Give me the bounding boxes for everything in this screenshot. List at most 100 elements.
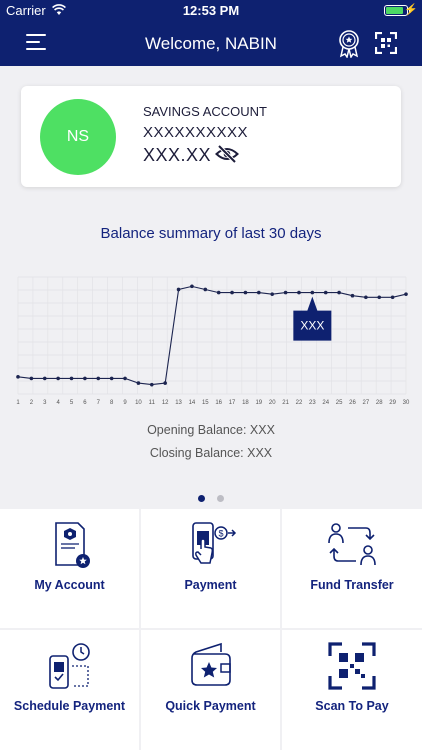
app-header: Welcome, NABIN xyxy=(0,22,422,66)
quick-actions-grid: My Account $ Payment Fund Transfer Sched… xyxy=(0,509,422,750)
data-point[interactable] xyxy=(257,290,261,295)
x-tick-label: 18 xyxy=(242,400,249,406)
data-point[interactable] xyxy=(190,284,194,289)
data-point[interactable] xyxy=(310,290,315,295)
tile-fund-transfer[interactable]: Fund Transfer xyxy=(282,509,422,628)
page-indicator[interactable] xyxy=(0,489,422,502)
x-tick-label: 15 xyxy=(202,400,209,406)
x-tick-label: 13 xyxy=(175,400,182,406)
data-point[interactable] xyxy=(270,292,275,296)
data-point[interactable] xyxy=(337,290,341,295)
data-point[interactable] xyxy=(109,376,114,381)
data-point[interactable] xyxy=(123,376,127,381)
tile-label: Scan To Pay xyxy=(315,699,389,713)
x-tick-label: 17 xyxy=(229,400,236,406)
award-icon[interactable] xyxy=(337,30,361,58)
tile-payment[interactable]: $ Payment xyxy=(141,509,280,628)
tile-label: Fund Transfer xyxy=(310,578,394,592)
data-point[interactable] xyxy=(283,290,288,295)
svg-text:$: $ xyxy=(218,529,223,539)
status-bar: Carrier 12:53 PM ⚡ xyxy=(0,0,422,22)
data-point[interactable] xyxy=(69,376,74,381)
x-tick-label: 4 xyxy=(56,400,60,406)
x-tick-label: 20 xyxy=(269,400,276,406)
x-tick-label: 14 xyxy=(189,400,196,406)
tile-label: Schedule Payment xyxy=(13,699,126,713)
data-point[interactable] xyxy=(404,292,408,296)
charging-icon: ⚡ xyxy=(404,4,418,16)
x-tick-label: 23 xyxy=(309,400,316,406)
page-dot-1[interactable] xyxy=(197,495,205,502)
page-dot-2[interactable] xyxy=(217,495,225,502)
data-point[interactable] xyxy=(83,376,87,381)
data-point[interactable] xyxy=(390,295,395,300)
x-tick-label: 28 xyxy=(376,400,383,406)
hide-balance-icon[interactable] xyxy=(215,144,239,164)
x-tick-label: 29 xyxy=(389,400,396,406)
x-tick-label: 21 xyxy=(282,400,289,406)
x-tick-label: 6 xyxy=(83,400,87,406)
account-type: SAVINGS ACCOUNT xyxy=(143,104,268,119)
data-point[interactable] xyxy=(243,290,248,295)
fund-transfer-icon xyxy=(328,523,376,566)
data-point[interactable] xyxy=(96,376,101,381)
data-point[interactable] xyxy=(163,381,167,385)
data-point[interactable] xyxy=(297,290,301,295)
x-tick-label: 27 xyxy=(363,400,370,406)
tile-label: Payment xyxy=(184,578,237,592)
x-tick-label: 12 xyxy=(162,400,169,406)
tile-quick-payment[interactable]: Quick Payment xyxy=(141,630,280,750)
x-tick-label: 11 xyxy=(149,400,156,406)
balance-summary-title: Balance summary of last 30 days xyxy=(100,225,322,242)
x-tick-label: 30 xyxy=(403,400,410,406)
x-tick-label: 22 xyxy=(296,400,303,406)
x-tick-label: 26 xyxy=(349,400,356,406)
qr-code-icon xyxy=(328,642,376,690)
wallet-star-icon xyxy=(190,642,231,686)
schedule-payment-icon xyxy=(48,643,90,689)
data-point[interactable] xyxy=(350,293,355,298)
x-tick-label: 1 xyxy=(16,400,20,406)
avatar-initials: NS xyxy=(66,128,90,145)
data-point[interactable] xyxy=(16,375,20,379)
data-point[interactable] xyxy=(364,295,368,300)
x-tick-label: 9 xyxy=(123,400,127,406)
tile-my-account[interactable]: My Account xyxy=(0,509,139,628)
tile-scan-to-pay[interactable]: Scan To Pay xyxy=(282,630,422,750)
x-tick-label: 24 xyxy=(322,400,329,406)
x-tick-label: 5 xyxy=(70,400,74,406)
x-tick-label: 2 xyxy=(30,400,34,406)
x-tick-label: 7 xyxy=(97,400,101,406)
balance-line-chart[interactable]: 1 2 3 4 5 6 7 8 9 10 11 12 13 14 15 16 17 18 19 20 21 22 23 24 2… xyxy=(0,262,422,412)
opening-balance: Opening Balance: XXX xyxy=(147,423,275,437)
data-point[interactable] xyxy=(149,382,154,387)
data-point[interactable] xyxy=(176,287,181,292)
tooltip-value: XXX xyxy=(300,319,324,333)
scan-icon[interactable] xyxy=(375,32,397,54)
x-tick-label: 19 xyxy=(255,400,262,406)
data-point[interactable] xyxy=(216,290,221,295)
tile-label: Quick Payment xyxy=(165,699,256,713)
x-tick-label: 8 xyxy=(110,400,114,406)
data-point[interactable] xyxy=(56,376,60,381)
x-tick-label: 25 xyxy=(336,400,343,406)
data-point[interactable] xyxy=(29,376,34,381)
data-point[interactable] xyxy=(377,295,382,300)
avatar: NS xyxy=(40,99,116,175)
account-card[interactable]: NS SAVINGS ACCOUNT XXXXXXXXXX XXX.XX xyxy=(21,86,401,187)
closing-balance: Closing Balance: XXX xyxy=(149,446,273,460)
data-point[interactable] xyxy=(203,287,208,292)
x-tick-label: 3 xyxy=(43,400,47,406)
tile-label: My Account xyxy=(34,578,105,592)
account-balance: XXX.XX xyxy=(143,145,212,165)
data-point[interactable] xyxy=(230,290,234,295)
status-time: 12:53 PM xyxy=(182,3,240,18)
data-point[interactable] xyxy=(136,381,141,385)
data-point[interactable] xyxy=(42,376,47,381)
account-number: XXXXXXXXXX xyxy=(143,124,249,141)
phone-payment-icon: $ xyxy=(191,522,236,564)
account-document-icon xyxy=(54,522,90,568)
tile-schedule-payment[interactable]: Schedule Payment xyxy=(0,630,139,750)
data-point[interactable] xyxy=(323,290,328,295)
x-tick-label: 10 xyxy=(135,400,142,406)
